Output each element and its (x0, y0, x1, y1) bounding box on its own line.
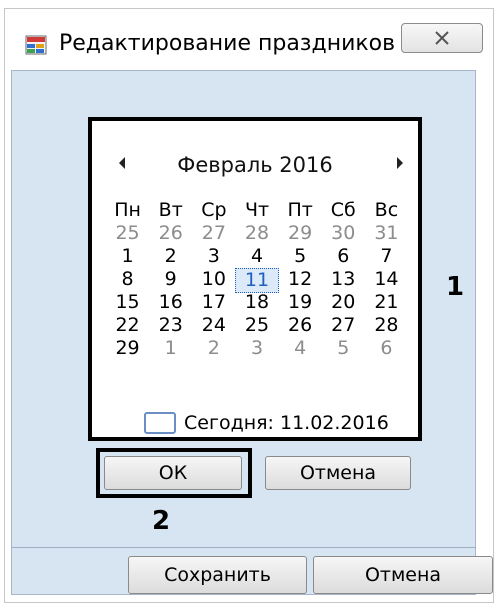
day-cell[interactable]: 19 (279, 291, 322, 314)
day-cell[interactable]: 29 (106, 337, 149, 360)
weekday-header: Пн Вт Ср Чт Пт Сб Вс (106, 199, 408, 222)
day-cell[interactable]: 9 (149, 268, 192, 293)
day-cell[interactable]: 14 (365, 268, 408, 293)
day-cell[interactable]: 25 (106, 222, 149, 245)
day-cell[interactable]: 10 (192, 268, 235, 293)
day-cell[interactable]: 7 (365, 245, 408, 268)
day-cell[interactable]: 12 (279, 268, 322, 293)
week-row: 22 23 24 25 26 27 28 (106, 314, 408, 337)
day-cell[interactable]: 13 (322, 268, 365, 293)
week-row: 29 1 2 3 4 5 6 (106, 337, 408, 360)
day-cell[interactable]: 17 (192, 291, 235, 314)
today-marker-icon (144, 412, 176, 434)
close-icon (435, 31, 449, 45)
today-link[interactable]: Сегодня: 11.02.2016 (144, 409, 389, 437)
weekday-label: Пн (114, 199, 141, 221)
selected-day-cell[interactable]: 11 (235, 268, 279, 293)
day-cell[interactable]: 27 (192, 222, 235, 245)
window-title: Редактирование праздников (59, 31, 396, 56)
day-cell[interactable]: 23 (149, 314, 192, 337)
day-cell[interactable]: 26 (279, 314, 322, 337)
day-cell[interactable]: 28 (235, 222, 278, 245)
day-cell[interactable]: 6 (365, 337, 408, 360)
day-cell[interactable]: 8 (106, 268, 149, 293)
today-label: Сегодня: 11.02.2016 (184, 412, 389, 434)
dialog-cancel-button[interactable]: Отмена (313, 556, 493, 594)
weekday-label: Вт (158, 199, 183, 221)
day-cell[interactable]: 29 (279, 222, 322, 245)
annotation-label-1: 1 (446, 272, 465, 302)
day-cell[interactable]: 24 (192, 314, 235, 337)
day-cell[interactable]: 5 (322, 337, 365, 360)
day-cell[interactable]: 2 (149, 245, 192, 268)
cancel-button[interactable]: Отмена (265, 456, 411, 490)
day-cell[interactable]: 3 (192, 245, 235, 268)
calendar-app-icon (25, 35, 47, 55)
month-calendar[interactable]: Февраль 2016 Пн Вт Ср Чт Пт Сб Вс 25 26 … (88, 117, 422, 441)
day-cell[interactable]: 1 (149, 337, 192, 360)
day-cell[interactable]: 26 (149, 222, 192, 245)
week-row: 1 2 3 4 5 6 7 (106, 245, 408, 268)
weekday-label: Вс (374, 199, 399, 221)
day-cell[interactable]: 1 (106, 245, 149, 268)
weekday-label: Ср (201, 199, 227, 221)
day-cell[interactable]: 2 (192, 337, 235, 360)
titlebar: Редактирование праздников (5, 9, 493, 79)
calendar-grid: Пн Вт Ср Чт Пт Сб Вс 25 26 27 28 29 30 3… (106, 199, 408, 360)
day-cell[interactable]: 15 (106, 291, 149, 314)
day-cell[interactable]: 4 (235, 245, 278, 268)
month-label[interactable]: Февраль 2016 (92, 153, 418, 177)
day-cell[interactable]: 25 (235, 314, 278, 337)
day-cell[interactable]: 5 (279, 245, 322, 268)
day-cell[interactable]: 4 (279, 337, 322, 360)
close-button[interactable] (401, 23, 483, 53)
next-month-icon[interactable] (394, 155, 406, 171)
week-row: 25 26 27 28 29 30 31 (106, 222, 408, 245)
day-cell[interactable]: 28 (365, 314, 408, 337)
day-cell[interactable]: 20 (322, 291, 365, 314)
calendar-nav: Февраль 2016 (92, 153, 418, 177)
day-cell[interactable]: 27 (322, 314, 365, 337)
day-cell[interactable]: 30 (322, 222, 365, 245)
week-row: 15 16 17 18 19 20 21 (106, 291, 408, 314)
weekday-label: Пт (287, 199, 313, 221)
day-cell[interactable]: 31 (365, 222, 408, 245)
day-cell[interactable]: 18 (235, 291, 278, 314)
weekday-label: Сб (330, 199, 356, 221)
save-button[interactable]: Сохранить (128, 556, 307, 594)
annotation-label-2: 2 (152, 506, 171, 536)
day-cell[interactable]: 22 (106, 314, 149, 337)
week-row: 8 9 10 11 12 13 14 (106, 268, 408, 293)
day-cell[interactable]: 6 (322, 245, 365, 268)
bottom-divider (11, 547, 476, 548)
weekday-label: Чт (244, 199, 270, 221)
day-cell[interactable]: 16 (149, 291, 192, 314)
ok-button[interactable]: ОК (104, 456, 242, 490)
day-cell[interactable]: 21 (365, 291, 408, 314)
day-cell[interactable]: 3 (235, 337, 278, 360)
